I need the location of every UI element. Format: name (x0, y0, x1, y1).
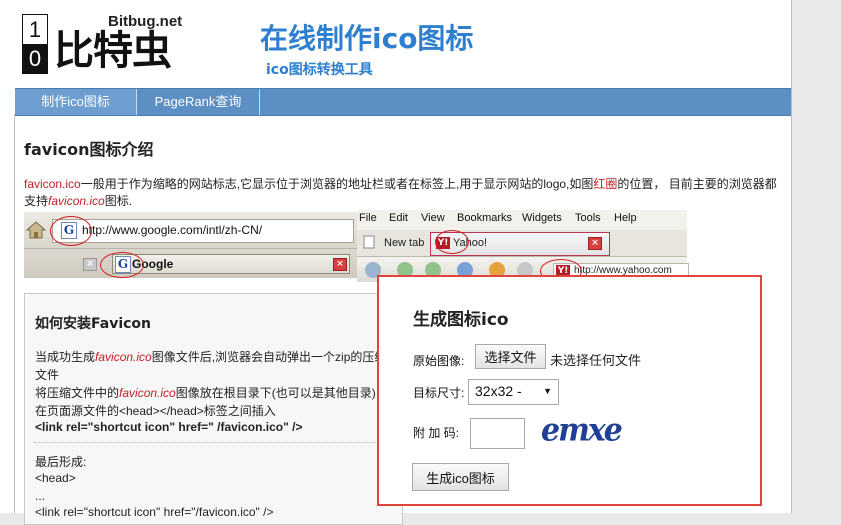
red-circle-annotation (100, 252, 144, 278)
site-title: 在线制作ico图标 (260, 22, 474, 55)
generate-ico-button[interactable]: 生成ico图标 (412, 463, 509, 491)
howto-code: <link rel="shortcut icon" href=" /favico… (35, 420, 303, 434)
intro-highlight: 红圈 (593, 177, 618, 191)
file-status: 未选择任何文件 (550, 353, 642, 368)
logo-name[interactable]: 比特虫 (54, 28, 172, 74)
site-subtitle: ico图标转换工具 (266, 62, 373, 78)
address-url: http://www.google.com/intl/zh-CN/ (82, 223, 263, 237)
howto-text: 图像文件后,浏览器会自动弹出一个zip的压缩 (151, 350, 387, 364)
howto-text: 图像放在根目录下(也可以是其他目录) (175, 386, 376, 400)
red-circle-annotation (435, 230, 469, 254)
howto-term: favicon.ico (95, 350, 152, 364)
howto-final-dots: ... (35, 489, 46, 503)
menu-edit: Edit (389, 212, 408, 224)
size-select-value: 32x32 - (475, 383, 522, 399)
close-icon: × (83, 258, 97, 271)
captcha-input[interactable] (470, 418, 525, 449)
new-tab-label: New tab (384, 237, 425, 249)
tab-row: × G Google × (24, 249, 357, 278)
divider (34, 442, 392, 443)
main-nav: 制作ico图标 PageRank查询 (15, 88, 791, 116)
intro-text-1: 一般用于作为缩略的网站标志,它显示位于浏览器的地址栏或者在标签上,用于显示网站的… (80, 177, 594, 191)
document-icon (363, 235, 375, 249)
tab-row: New tab Y! Yahoo! × (357, 230, 687, 257)
howto-final-link: <link rel="shortcut icon" href="/favicon… (35, 505, 274, 519)
howto-final-label: 最后形成: (35, 455, 87, 469)
section-title: favicon图标介绍 (24, 140, 154, 159)
howto-line: 文件 (35, 368, 60, 382)
howto-line: 将压缩文件中的favicon.ico图像放在根目录下(也可以是其他目录) (35, 384, 376, 401)
howto-final-head: <head> (35, 471, 76, 485)
choose-file-button[interactable]: 选择文件 (475, 344, 546, 369)
source-image-label: 原始图像: (413, 354, 465, 368)
home-icon (26, 221, 46, 239)
red-circle-annotation (50, 216, 92, 246)
nav-item-pagerank[interactable]: PageRank查询 (137, 89, 259, 115)
howto-line: 在页面源文件的<head></head>标签之间插入 (35, 404, 276, 418)
nav-separator (259, 89, 260, 115)
intro-term: favicon.ico (24, 177, 81, 191)
howto-title: 如何安装Favicon (35, 316, 151, 332)
menu-view: View (421, 212, 445, 224)
howto-text: 将压缩文件中的 (35, 386, 120, 400)
close-icon: × (588, 237, 602, 250)
howto-panel: 如何安装Favicon 当成功生成favicon.ico图像文件后,浏览器会自动… (24, 293, 403, 525)
menu-file: File (359, 212, 377, 224)
nav-item-make-ico[interactable]: 制作ico图标 (15, 89, 136, 115)
logo-digits: 1 0 (22, 14, 48, 74)
close-icon: × (333, 258, 347, 271)
chevron-down-icon: ▼ (543, 386, 552, 396)
menu-bar: File Edit View Bookmarks Widgets Tools H… (357, 210, 687, 228)
logo-digit-zero: 0 (23, 44, 47, 73)
intro-paragraph: favicon.ico一般用于作为缩略的网站标志,它显示位于浏览器的地址栏或者在… (24, 176, 784, 210)
intro-term-italic: favicon.ico (48, 194, 105, 208)
menu-bookmarks: Bookmarks (457, 212, 513, 224)
browser-demo-left: G http://www.google.com/intl/zh-CN/ × G … (24, 212, 357, 278)
howto-line: 当成功生成favicon.ico图像文件后,浏览器会自动弹出一个zip的压缩 (35, 348, 386, 365)
howto-text: 当成功生成 (35, 350, 96, 364)
generator-title: 生成图标ico (413, 310, 509, 330)
code-label: 附 加 码: (413, 426, 460, 440)
size-select[interactable]: 32x32 - ▼ (468, 379, 559, 405)
menu-help: Help (614, 212, 637, 224)
browser-demo-right: File Edit View Bookmarks Widgets Tools H… (357, 210, 689, 283)
logo-digit-one: 1 (23, 15, 47, 44)
menu-tools: Tools (575, 212, 601, 224)
new-tab: New tab (362, 233, 430, 253)
menu-widgets: Widgets (522, 212, 562, 224)
ico-generator-panel: 生成图标ico 原始图像: 选择文件 未选择任何文件 目标尺寸: 32x32 -… (377, 275, 762, 506)
intro-text-3: 图标. (104, 194, 133, 208)
scroll-gutter (792, 0, 841, 513)
captcha-image[interactable]: emxe (541, 412, 623, 449)
howto-term: favicon.ico (119, 386, 176, 400)
target-size-label: 目标尺寸: (413, 386, 465, 400)
